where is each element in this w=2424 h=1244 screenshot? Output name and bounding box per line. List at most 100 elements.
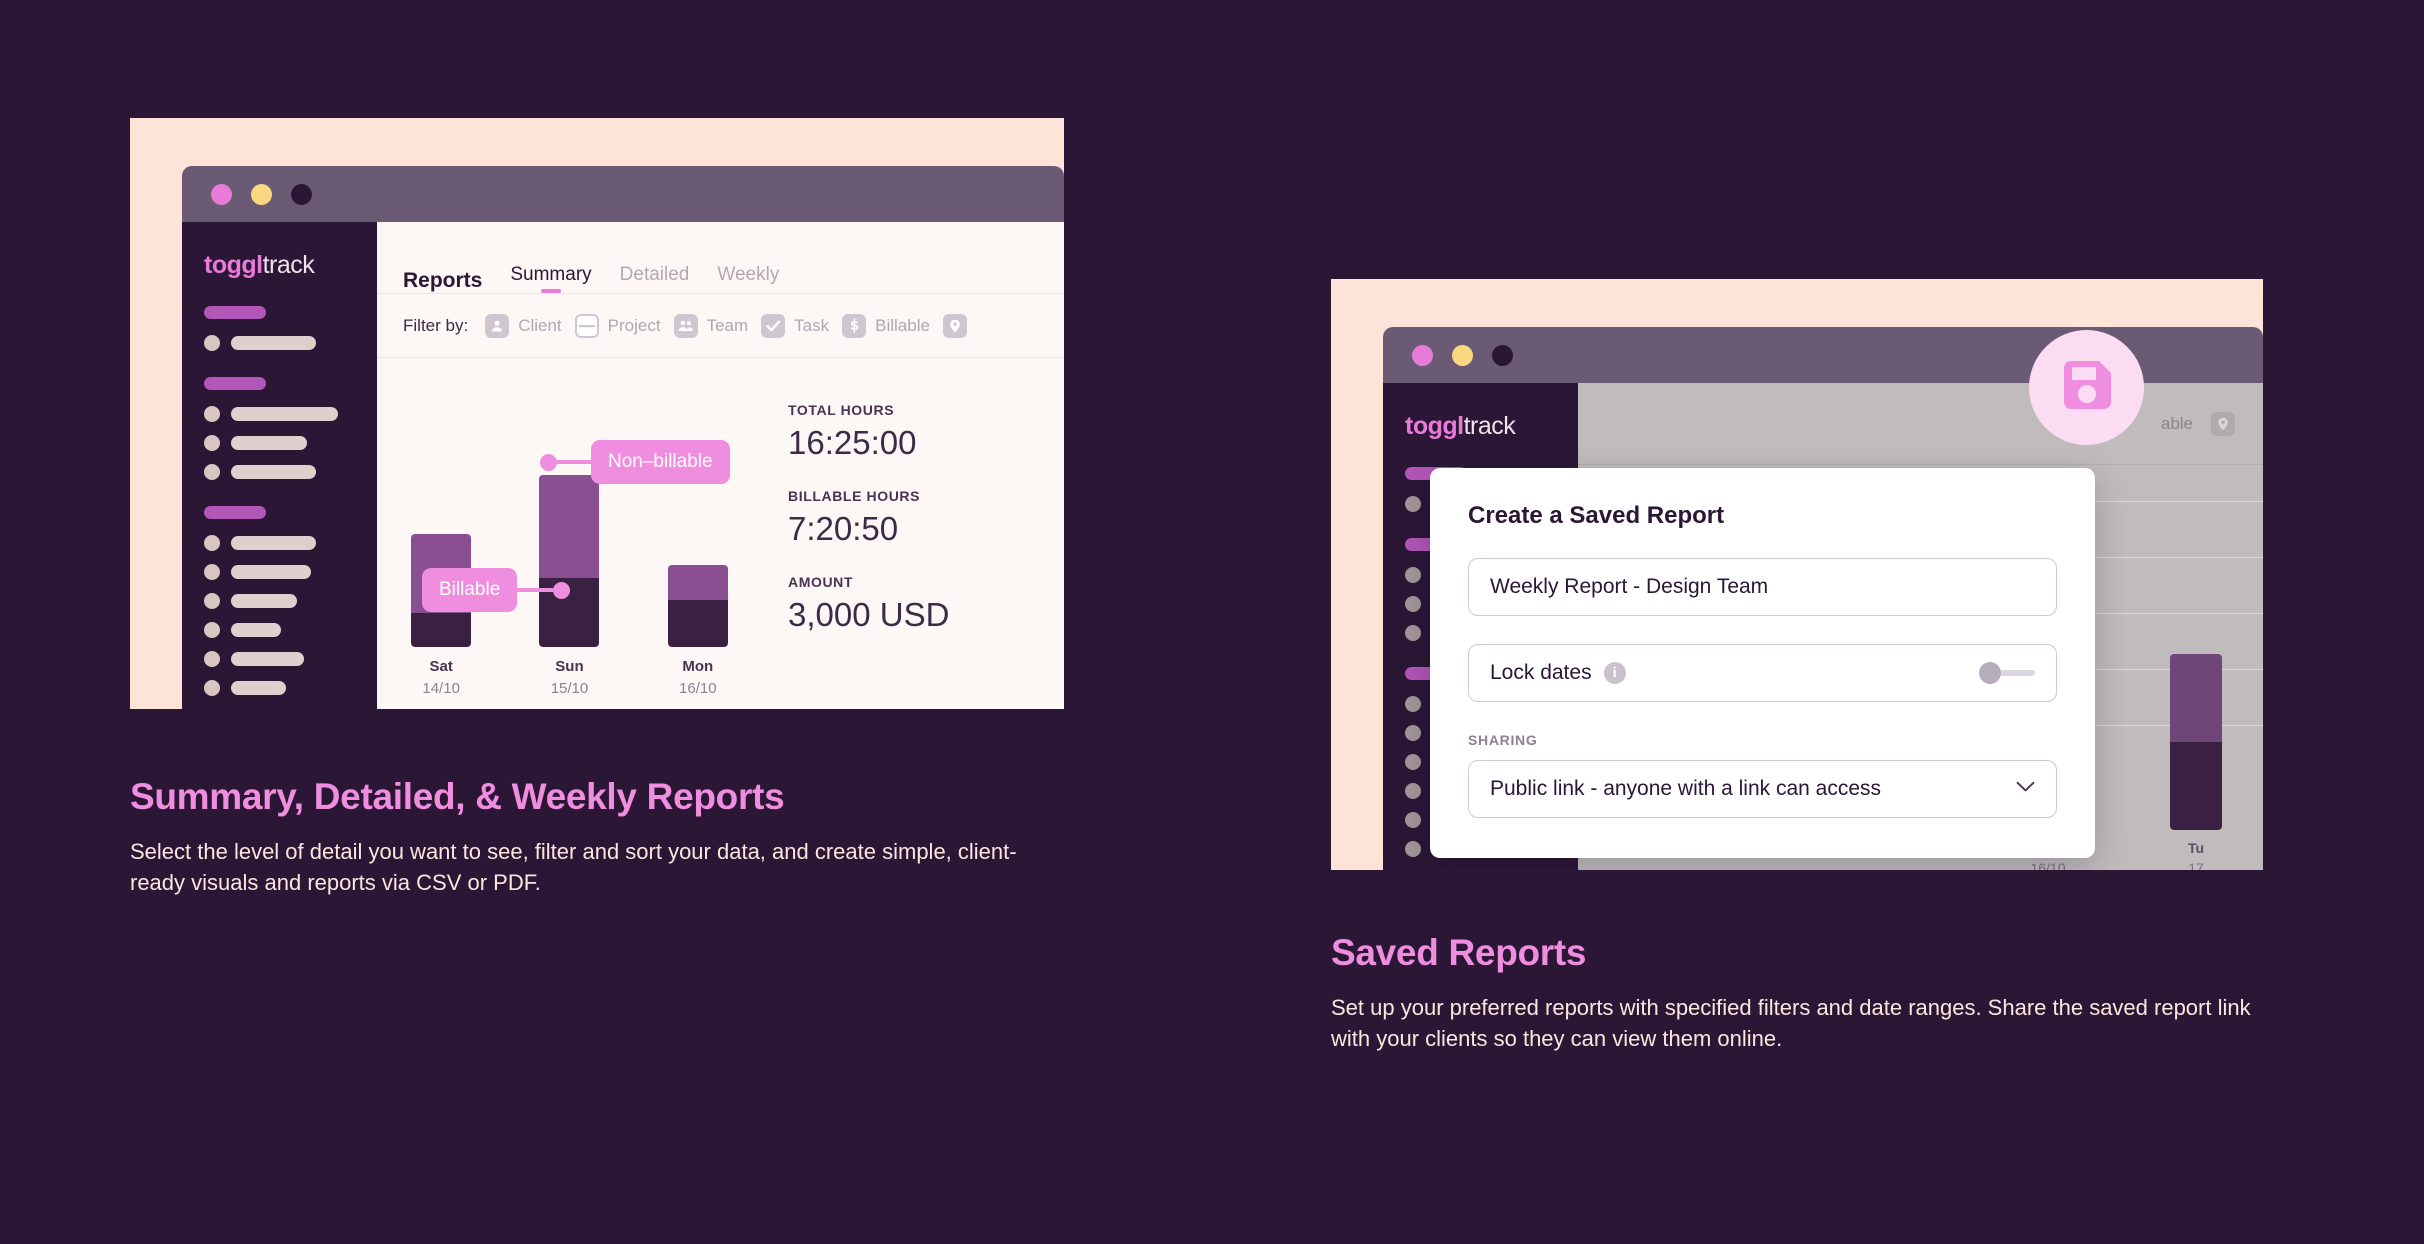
sidebar-group-heading [204,377,266,390]
sidebar-item[interactable] [204,622,355,638]
bar-segment-nonbillable [539,475,600,578]
sidebar-item[interactable] [204,535,355,551]
filter-chip-tag[interactable] [942,313,976,338]
bullet-icon [204,564,220,580]
callout-pill: Non–billable [591,440,730,484]
lock-dates-toggle[interactable] [1979,662,2035,684]
bar-label-mon: Mon 16/10 [679,658,717,697]
sidebar-item-label [231,465,316,479]
bullet-icon [204,622,220,638]
lock-dates-row[interactable]: Lock dates i [1468,644,2057,702]
bar-day: Mon [682,658,714,675]
stacked-bar[interactable] [667,565,728,647]
sharing-group-label: SHARING [1468,732,1538,748]
sidebar-group-2 [204,377,355,480]
section-1-text: Summary, Detailed, & Weekly Reports Sele… [130,776,1070,898]
bullet-icon [1405,754,1421,770]
tag-icon [2211,411,2235,436]
maximize-dot[interactable] [291,183,312,205]
bar-group-sun[interactable]: Sun 15/10 [524,475,614,697]
bullet-icon [1405,625,1421,641]
bar-group-mon[interactable]: Mon 16/10 [653,565,743,697]
callout-line [517,588,554,592]
maximize-dot[interactable] [1492,344,1513,366]
bar-date: 14/10 [422,680,460,697]
info-icon[interactable]: i [1603,662,1626,684]
bar-date: 16/10 [679,680,717,697]
dim-bar-group-tue[interactable]: Tu 17 [2159,654,2233,870]
callout-line [557,460,591,464]
modal-title: Create a Saved Report [1468,502,1725,529]
sidebar-group-heading [204,506,266,519]
filter-chip-client[interactable]: Client [485,313,562,338]
toggle-knob [1979,662,2001,684]
filter-chip-label: Client [518,315,562,335]
filter-chip-billable[interactable]: S Billable [842,313,930,338]
bullet-icon [204,435,220,451]
folder-icon [574,313,599,338]
logo-bold: toggl [1405,412,1464,440]
stacked-bar[interactable] [2170,654,2222,830]
dimmed-filter-label: able [2160,413,2193,433]
billable-hours-value: 7:20:50 [788,510,899,547]
sidebar-item[interactable] [204,593,355,609]
toggl-track-logo: toggltrack [1405,412,1556,441]
stacked-bar[interactable] [539,475,600,647]
amount-block: AMOUNT 3,000 USD [788,574,949,634]
report-name-field[interactable]: Weekly Report - Design Team [1468,558,2057,616]
bar-day: Tu [2187,840,2205,856]
bar-label-sat: Sat 14/10 [422,658,460,697]
filter-chip-project[interactable]: Project [574,313,661,338]
bar-label-sun: Sun 15/10 [551,658,589,697]
filter-chip-label: Team [706,315,749,335]
bullet-icon [1405,841,1421,857]
tab-detailed[interactable]: Detailed [620,264,690,293]
amount-label: AMOUNT [788,574,854,590]
sidebar-item[interactable] [204,335,355,351]
tab-summary[interactable]: Summary [510,264,591,293]
bullet-icon [1405,725,1421,741]
app-sidebar: toggltrack [182,222,377,709]
section-2-text: Saved Reports Set up your preferred repo… [1331,932,2271,1054]
reports-screenshot-card: toggltrack Reports Summary Detailed Week… [130,118,1064,709]
callout-knob [553,581,571,599]
page-root: toggl track Reports Summary Detailed Week… [0,0,2424,1244]
bar-date: 15/10 [550,680,589,697]
billable-hours-block: BILLABLE HOURS 7:20:50 [788,488,949,548]
bar-segment-billable [2170,742,2222,830]
minimize-dot[interactable] [251,183,272,205]
sidebar-item-label [231,681,286,695]
totals-panel: TOTAL HOURS 16:25:00 BILLABLE HOURS 7:20… [762,358,979,709]
filter-chip-team[interactable]: Team [673,313,749,338]
dim-bar-label-tue: Tu 17 [2188,840,2204,870]
dollar-icon: S [842,313,867,338]
lock-dates-label: Lock dates [1490,661,1592,684]
sidebar-item[interactable] [204,651,355,667]
bar-segment-billable [411,613,472,647]
close-dot[interactable] [1412,344,1433,366]
reports-pane: Reports Summary Detailed Weekly Filter b… [377,222,1064,709]
bullet-icon [204,535,220,551]
filter-chip-label: Task [794,315,830,335]
sharing-select[interactable]: Public link - anyone with a link can acc… [1468,760,2057,818]
close-dot[interactable] [211,183,232,205]
sidebar-item[interactable] [204,406,355,422]
save-floppy-icon [2056,354,2118,421]
window-titlebar [182,166,1064,222]
tab-weekly[interactable]: Weekly [717,264,779,293]
sidebar-item[interactable] [204,435,355,451]
logo-light: track [262,251,315,279]
bullet-icon [204,680,220,696]
total-hours-label: TOTAL HOURS [788,402,895,418]
person-icon [485,313,510,338]
minimize-dot[interactable] [1452,344,1473,366]
sidebar-item[interactable] [204,564,355,580]
callout-pill: Billable [422,568,518,612]
tag-icon [942,313,967,338]
sidebar-item[interactable] [204,680,355,696]
report-name-value[interactable]: Weekly Report - Design Team [1490,575,1768,599]
billable-hours-label: BILLABLE HOURS [788,488,921,504]
callout-billable: Billable [422,568,571,612]
sidebar-item[interactable] [204,464,355,480]
filter-chip-task[interactable]: Task [761,313,830,338]
